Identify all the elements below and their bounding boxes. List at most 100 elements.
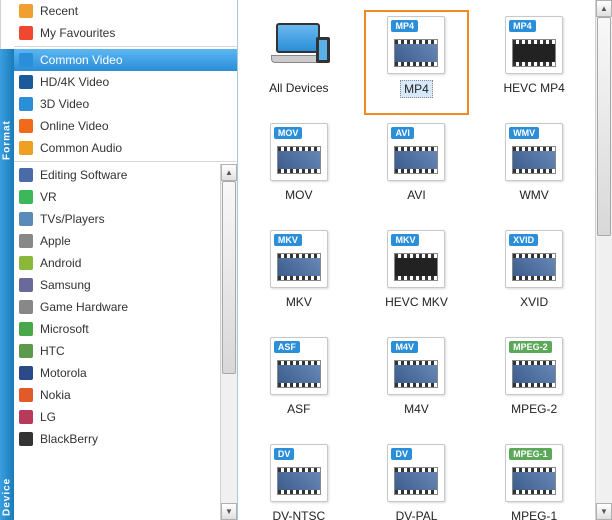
format-cell-hevc-mkv[interactable]: MKVHEVC MKV [364,224,470,329]
format-cell-mov[interactable]: MOVMOV [246,117,352,222]
sidebar-item-lg[interactable]: LG [14,406,220,428]
format-label: MP4 [400,80,433,98]
format-cell-mkv[interactable]: MKV MKV [246,224,352,329]
recent-icon [18,3,34,19]
sidebar-format-list: Common Video HD/4K Video 3D Video Online Vi… [14,49,237,164]
sidebar-item-label: Motorola [40,366,87,380]
content-panel: All DevicesMP4MP4MP4HEVC MP4MOVMOVAVIAVI… [237,0,612,520]
sidebar-item-samsung[interactable]: Samsung [14,274,220,296]
format-label: HEVC MP4 [500,80,567,96]
file-icon: WMV [505,123,563,181]
format-cell-mpeg-2[interactable]: MPEG-2 MPEG-2 [481,331,587,436]
file-icon: MP4 [387,16,445,74]
format-label: M4V [401,401,432,417]
apple-icon [18,233,34,249]
sidebar-item-editing-software[interactable]: Editing Software [14,164,220,186]
file-icon: MKV [270,230,328,288]
hd-icon [18,74,34,90]
format-tag: WMV [509,127,539,139]
format-cell-wmv[interactable]: WMV WMV [481,117,587,222]
sidebar-item-label: HD/4K Video [40,75,109,89]
format-label: WMV [516,187,551,203]
scroll-up-button[interactable]: ▲ [596,0,612,17]
format-thumb: MPEG-2 [499,335,569,397]
scroll-thumb[interactable] [597,17,611,236]
content-scrollbar[interactable]: ▲ ▼ [595,0,612,520]
file-icon: DV [387,444,445,502]
sidebar-item-blackberry[interactable]: BlackBerry [14,428,220,450]
format-label: MKV [283,294,315,310]
format-cell-avi[interactable]: AVIAVI [364,117,470,222]
format-label: DV-NTSC [269,508,328,520]
file-icon: MP4 [505,16,563,74]
sidebar-item-vr[interactable]: VR [14,186,220,208]
sidebar-rail-blank [0,0,14,49]
format-thumb: MOV [264,121,334,183]
lg-icon [18,409,34,425]
sidebar-item-label: BlackBerry [40,432,98,446]
sidebar-rail-device: Device [0,164,14,520]
sidebar-item-recent[interactable]: Recent [14,0,237,22]
format-thumb: MKV [264,228,334,290]
sidebar-item-label: Nokia [40,388,71,402]
3d-icon [18,96,34,112]
format-tag: XVID [509,234,538,246]
sidebar-item-3d-video[interactable]: 3D Video [14,93,237,115]
format-cell-dv-ntsc[interactable]: DV DV-NTSC [246,438,352,520]
format-cell-mp4[interactable]: MP4MP4 [364,10,470,115]
file-icon: ASF [270,337,328,395]
format-cell-m4v[interactable]: M4V M4V [364,331,470,436]
format-cell-asf[interactable]: ASFASF [246,331,352,436]
file-icon: MOV [270,123,328,181]
scroll-thumb[interactable] [222,181,236,374]
format-thumb: MP4 [381,14,451,76]
sidebar-scrollbar[interactable]: ▲ ▼ [220,164,237,520]
format-label: XVID [517,294,551,310]
format-tag: MP4 [509,20,536,32]
common-video-icon [18,52,34,68]
format-label: HEVC MKV [382,294,451,310]
vr-icon [18,189,34,205]
sidebar-item-nokia[interactable]: Nokia [14,384,220,406]
format-thumb: DV [264,442,334,504]
format-tag: M4V [391,341,418,353]
scroll-track[interactable] [221,181,237,503]
format-label: DV-PAL [393,508,441,520]
sidebar-item-htc[interactable]: HTC [14,340,220,362]
sidebar-item-apple[interactable]: Apple [14,230,220,252]
format-tag: AVI [391,127,413,139]
sidebar-item-my-favourites[interactable]: My Favourites [14,22,237,44]
sidebar-item-online-video[interactable]: Online Video [14,115,237,137]
sidebar: RecentMy Favourites Format Common VideoH… [0,0,237,520]
sidebar-top-list: RecentMy Favourites [14,0,237,49]
microsoft-icon [18,321,34,337]
sidebar-item-common-audio[interactable]: Common Audio [14,137,237,159]
scroll-down-button[interactable]: ▼ [221,503,237,520]
audio-icon [18,140,34,156]
scroll-down-button[interactable]: ▼ [596,503,612,520]
sidebar-item-label: Online Video [40,119,109,133]
format-cell-dv-pal[interactable]: DV DV-PAL [364,438,470,520]
scroll-up-button[interactable]: ▲ [221,164,237,181]
format-cell-hevc-mp4[interactable]: MP4 HEVC MP4 [481,10,587,115]
format-cell-xvid[interactable]: XVID XVID [481,224,587,329]
format-tag: MPEG-2 [509,341,552,353]
sidebar-item-microsoft[interactable]: Microsoft [14,318,220,340]
format-label: MPEG-2 [508,401,560,417]
format-tag: MKV [274,234,302,246]
sidebar-item-tvs-players[interactable]: TVs/Players [14,208,220,230]
sidebar-item-hd-4k-video[interactable]: HD/4K Video [14,71,237,93]
sidebar-item-motorola[interactable]: Motorola [14,362,220,384]
format-cell-mpeg-1[interactable]: MPEG-1MPEG-1 [481,438,587,520]
scroll-track[interactable] [596,17,612,503]
format-thumb: ASF [264,335,334,397]
sidebar-item-common-video[interactable]: Common Video [14,49,237,71]
format-label: MPEG-1 [508,508,560,520]
sidebar-item-android[interactable]: Android [14,252,220,274]
android-icon [18,255,34,271]
sidebar-item-game-hardware[interactable]: Game Hardware [14,296,220,318]
sidebar-item-label: Apple [40,234,71,248]
sidebar-device-list: Editing SoftwareVRTVs/Players Apple Androi… [14,164,220,520]
format-cell-all-devices[interactable]: All Devices [246,10,352,115]
blackberry-icon [18,431,34,447]
